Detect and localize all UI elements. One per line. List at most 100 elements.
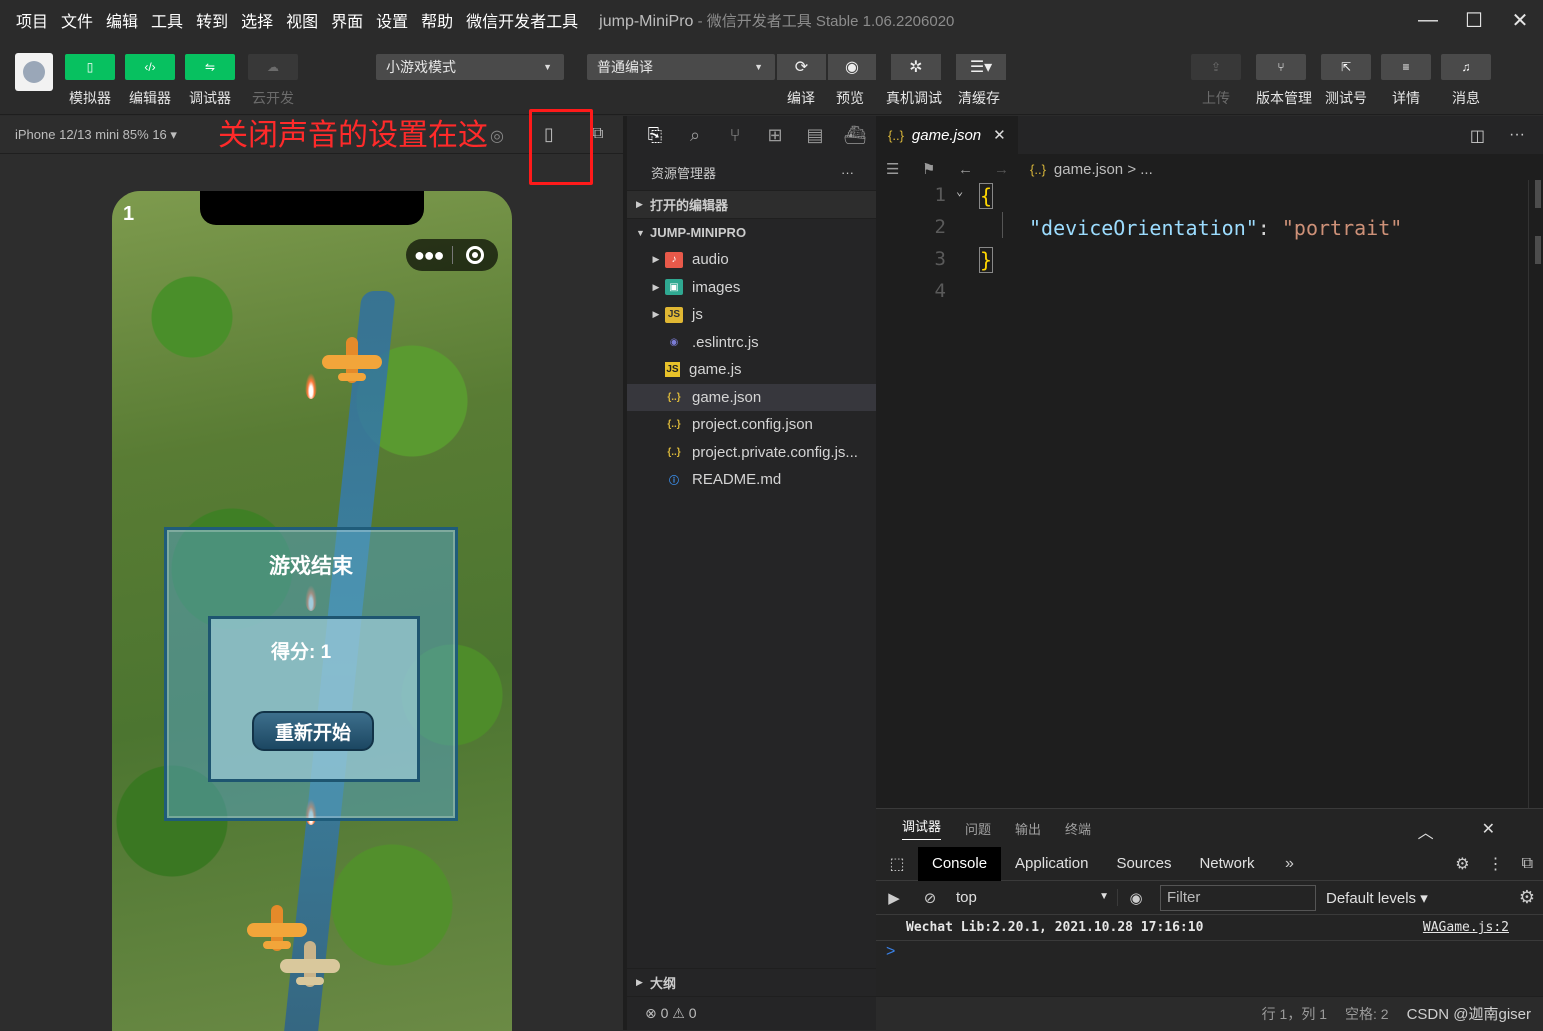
messages-button[interactable]: ♫ 消息 xyxy=(1441,54,1491,108)
tree-item-project-private-config[interactable]: {..} project.private.config.js... xyxy=(627,439,876,467)
refresh-icon[interactable]: ⟳ xyxy=(777,54,826,80)
log-source-link[interactable]: WAGame.js:2 xyxy=(1423,920,1509,935)
breadcrumb-more[interactable]: > ... xyxy=(1127,161,1152,178)
forward-arrow-icon[interactable]: → xyxy=(994,161,1030,178)
close-window-icon[interactable]: ✕ xyxy=(1497,0,1543,40)
menu-help[interactable]: 帮助 xyxy=(421,8,453,32)
tab-game-json[interactable]: {..} game.json ✕ xyxy=(876,116,1018,154)
more-actions-icon[interactable]: ··· xyxy=(841,165,854,180)
tab-output[interactable]: 输出 xyxy=(1015,819,1041,838)
source-control-icon[interactable]: ⑂ xyxy=(715,125,755,146)
search-icon[interactable]: ⌕ xyxy=(675,125,715,146)
filter-input[interactable]: Filter xyxy=(1160,884,1316,911)
open-editors-section[interactable]: ▶ 打开的编辑器 xyxy=(627,190,876,218)
console-log-line: Wechat Lib:2.20.1, 2021.10.28 17:16:10 W… xyxy=(876,915,1543,941)
tab-sources[interactable]: Sources xyxy=(1102,847,1185,881)
editor-scrollbar[interactable] xyxy=(1535,180,1541,266)
console-settings-gear-icon[interactable]: ⚙ xyxy=(1519,887,1535,908)
close-tab-icon[interactable]: ✕ xyxy=(993,126,1006,144)
menu-wechat-devtools[interactable]: 微信开发者工具 xyxy=(466,8,578,32)
exit-icon[interactable] xyxy=(452,246,498,264)
close-panel-icon[interactable]: ✕ xyxy=(1482,819,1495,843)
record-icon[interactable]: ◎ xyxy=(490,126,504,146)
outline-section[interactable]: ▶ 大纲 xyxy=(627,968,876,996)
tab-network[interactable]: Network xyxy=(1185,847,1268,881)
console-prompt[interactable]: > xyxy=(876,943,1543,961)
tree-item-readme[interactable]: ⓘ README.md xyxy=(627,466,876,494)
files-icon[interactable]: ⎘ xyxy=(635,125,675,146)
bug-icon[interactable]: ✲ xyxy=(891,54,941,80)
cursor-position[interactable]: 行 1，列 1 xyxy=(1262,1004,1327,1024)
breadcrumb-file[interactable]: game.json xyxy=(1054,161,1123,178)
avatar[interactable] xyxy=(15,53,53,91)
layers-icon[interactable]: ☰▾ xyxy=(956,54,1006,80)
tab-problems[interactable]: 问题 xyxy=(965,819,991,838)
more-tabs-icon[interactable]: » xyxy=(1268,855,1310,873)
menu-goto[interactable]: 转到 xyxy=(196,8,228,32)
editor-button[interactable]: ‹/› 编辑器 xyxy=(125,54,175,108)
back-arrow-icon[interactable]: ← xyxy=(958,161,994,178)
storage-icon[interactable]: ▤ xyxy=(795,125,835,146)
list-icon[interactable]: ☰ xyxy=(886,160,922,178)
tree-item-game-json[interactable]: {..} game.json xyxy=(627,383,876,411)
undock-icon[interactable]: ⧉ xyxy=(1522,855,1533,873)
menu-view[interactable]: 视图 xyxy=(286,8,318,32)
split-editor-icon[interactable]: ◫ xyxy=(1470,126,1485,146)
extensions-icon[interactable]: ⊞ xyxy=(755,125,795,146)
live-expression-eye-icon[interactable]: ◉ xyxy=(1118,889,1154,907)
tree-item-eslintrc[interactable]: ◉ .eslintrc.js xyxy=(627,329,876,357)
popout-icon[interactable]: ⧉ xyxy=(592,125,603,143)
version-button[interactable]: ⑂ 版本管理 xyxy=(1256,54,1312,108)
game-screen[interactable]: 1 ●●● 游戏结束 得分: 1 重新开始 xyxy=(112,191,512,1031)
preview-label[interactable]: 预览 xyxy=(836,88,864,108)
test-button[interactable]: ⇱ 测试号 xyxy=(1321,54,1371,108)
menu-settings[interactable]: 设置 xyxy=(376,8,408,32)
settings-gear-icon[interactable]: ⚙ xyxy=(1455,854,1469,874)
tree-item-js[interactable]: ▶ JS js xyxy=(627,301,876,329)
context-select[interactable]: top ▼ xyxy=(948,889,1118,906)
mode-select[interactable]: 小游戏模式 ▼ xyxy=(376,54,564,80)
compile-label[interactable]: 编译 xyxy=(787,88,815,108)
restart-button[interactable]: 重新开始 xyxy=(252,711,374,751)
clear-cache-label[interactable]: 清缓存 xyxy=(958,88,1000,108)
more-icon[interactable]: ●●● xyxy=(406,245,452,266)
compile-select[interactable]: 普通编译 ▼ xyxy=(587,54,775,80)
tab-debugger[interactable]: 调试器 xyxy=(902,816,942,840)
chevron-up-icon[interactable]: ︿ xyxy=(1418,819,1434,843)
kebab-menu-icon[interactable]: ⋮ xyxy=(1488,854,1504,874)
menu-interface[interactable]: 界面 xyxy=(331,8,363,32)
simulator-button[interactable]: ▯ 模拟器 xyxy=(65,54,115,108)
menu-file[interactable]: 文件 xyxy=(61,8,93,32)
tree-item-images[interactable]: ▶ ▣ images xyxy=(627,274,876,302)
sidebar-toggle-icon[interactable]: ▶ xyxy=(876,889,912,907)
tab-application[interactable]: Application xyxy=(1001,847,1102,881)
tab-console[interactable]: Console xyxy=(918,846,1002,881)
tree-item-project-config[interactable]: {..} project.config.json xyxy=(627,411,876,439)
bookmark-icon[interactable]: ⚑ xyxy=(922,160,958,178)
docker-icon[interactable]: ⛴ xyxy=(835,125,875,146)
remote-debug-label[interactable]: 真机调试 xyxy=(886,88,942,108)
project-section[interactable]: ▼ JUMP-MINIPRO xyxy=(627,218,876,246)
minimize-icon[interactable]: — xyxy=(1405,0,1451,40)
more-icon[interactable]: ··· xyxy=(1509,126,1525,146)
details-button[interactable]: ≡ 详情 xyxy=(1381,54,1431,108)
tab-terminal[interactable]: 终端 xyxy=(1065,819,1091,838)
debugger-button[interactable]: ⇋ 调试器 xyxy=(185,54,235,108)
menu-tools[interactable]: 工具 xyxy=(151,8,183,32)
indent-spaces[interactable]: 空格: 2 xyxy=(1345,1004,1389,1024)
device-select[interactable]: iPhone 12/13 mini 85% 16 ▾ xyxy=(15,127,177,143)
fold-chevron-icon[interactable]: ⌄ xyxy=(956,184,963,198)
cloud-button[interactable]: ☁ 云开发 xyxy=(248,54,298,108)
maximize-icon[interactable]: ☐ xyxy=(1451,0,1497,40)
upload-button[interactable]: ⇪ 上传 xyxy=(1191,54,1241,108)
menu-project[interactable]: 项目 xyxy=(16,8,48,32)
problems-status[interactable]: ⊗ 0 ⚠ 0 xyxy=(627,996,876,1030)
tree-item-audio[interactable]: ▶ ♪ audio xyxy=(627,246,876,274)
menu-select[interactable]: 选择 xyxy=(241,8,273,32)
clear-console-icon[interactable]: ⊘ xyxy=(912,889,948,907)
tree-item-game-js[interactable]: JS game.js xyxy=(627,356,876,384)
log-levels-select[interactable]: Default levels ▾ xyxy=(1326,889,1428,907)
inspect-icon[interactable]: ⬚ xyxy=(876,854,918,874)
eye-icon[interactable]: ◉ xyxy=(828,54,876,80)
menu-edit[interactable]: 编辑 xyxy=(106,8,138,32)
